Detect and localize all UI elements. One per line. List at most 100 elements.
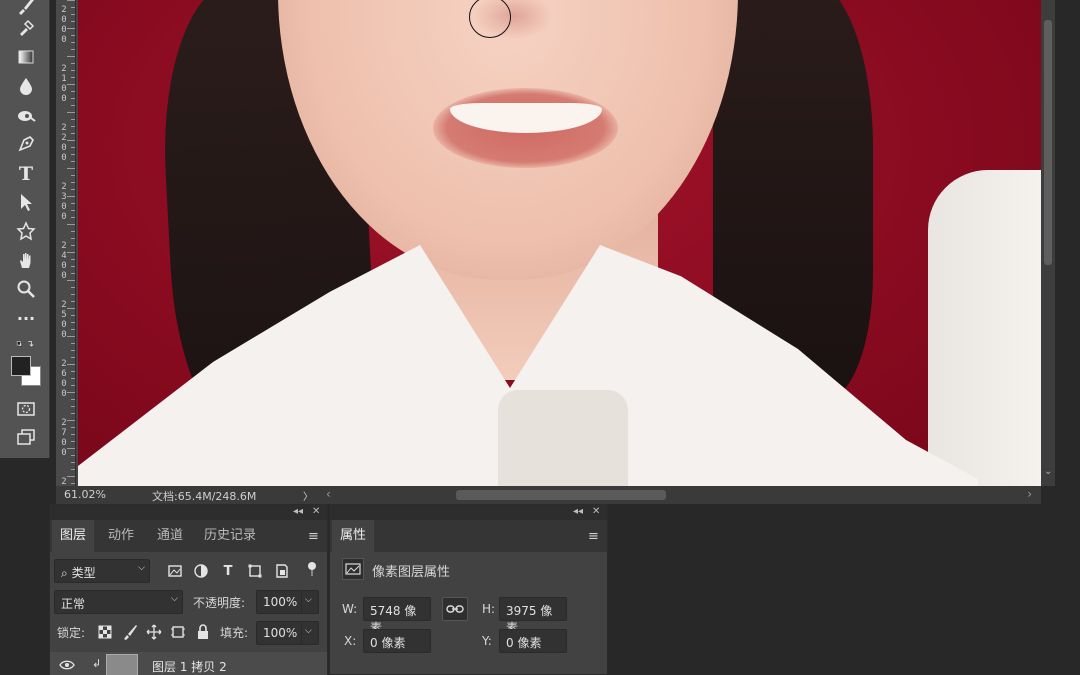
filter-kind-select[interactable]: ⌕ 类型 ⌵	[54, 559, 150, 583]
lock-label: 锁定:	[57, 626, 86, 640]
type-icon[interactable]: T	[12, 162, 40, 186]
ruler-tick	[71, 259, 75, 260]
opacity-dropdown-icon[interactable]: ⌵	[301, 590, 319, 614]
blur-drop-icon[interactable]	[12, 74, 40, 98]
visibility-eye-icon[interactable]	[57, 655, 77, 675]
y-label: Y:	[482, 634, 492, 648]
ruler-tick	[71, 14, 75, 15]
hand-icon[interactable]	[12, 248, 40, 272]
ruler-tick	[71, 70, 75, 71]
pen-icon[interactable]	[12, 132, 40, 156]
collapse-panel-icon[interactable]: ◂◂	[293, 506, 303, 517]
swap-colors-icon[interactable]	[8, 333, 44, 357]
fill-input[interactable]: 100%	[256, 621, 303, 645]
ruler-tick	[71, 287, 75, 288]
foreground-color-swatch[interactable]	[11, 356, 31, 376]
close-panel-icon[interactable]: ✕	[312, 506, 320, 517]
lock-artboard-icon[interactable]	[168, 622, 188, 642]
ruler-tick	[71, 154, 75, 155]
fill-dropdown-icon[interactable]: ⌵	[301, 621, 319, 645]
document-size: 文档:65.4M/248.6M	[152, 490, 257, 503]
height-label: H:	[482, 602, 496, 616]
ruler-tick	[71, 182, 75, 183]
path-selection-icon[interactable]	[12, 190, 40, 214]
ruler-label: 2 7 0 0	[61, 418, 67, 458]
ruler-label: 2 4 0 0	[61, 241, 67, 281]
ruler-label: 2 2 0 0	[61, 123, 67, 163]
ruler-tick	[71, 399, 75, 400]
lock-image-pixels-icon[interactable]	[120, 622, 140, 642]
vertical-scroll-thumb[interactable]	[1044, 20, 1052, 265]
lock-position-icon[interactable]	[144, 622, 164, 642]
blend-mode-select[interactable]: 正常 ⌵	[54, 590, 183, 614]
ruler-tick	[67, 280, 75, 281]
dodge-icon[interactable]	[12, 104, 40, 128]
ruler-tick	[71, 427, 75, 428]
screen-mode-icon[interactable]	[12, 425, 40, 449]
horizontal-scroll-thumb[interactable]	[456, 490, 666, 500]
more-tools-icon[interactable]: ···	[12, 306, 40, 330]
link-dimensions-icon[interactable]	[442, 597, 468, 621]
tab-channels[interactable]: 通道	[149, 520, 191, 552]
pixel-filter-icon[interactable]	[165, 561, 185, 581]
custom-shape-icon[interactable]	[12, 219, 40, 243]
ruler-tick	[67, 224, 75, 225]
ruler-tick	[71, 462, 75, 463]
ruler-tick	[67, 252, 75, 253]
width-input[interactable]: 5748 像素	[363, 597, 431, 635]
type-filter-icon[interactable]: T	[218, 561, 238, 581]
ruler-tick	[71, 161, 75, 162]
opacity-input[interactable]: 100%	[256, 590, 303, 614]
lock-transparent-pixels-icon[interactable]	[95, 622, 115, 642]
ruler-tick	[71, 483, 75, 484]
fill-label: 填充:	[220, 626, 249, 640]
shape-filter-icon[interactable]	[245, 561, 265, 581]
zoom-level[interactable]: 61.02%	[64, 488, 106, 501]
ruler-tick	[71, 441, 75, 442]
tab-layers[interactable]: 图层	[52, 520, 95, 552]
layer-row[interactable]: ↲ 图层 1 拷贝 2	[50, 652, 327, 675]
ruler-label: 2 5 0 0	[61, 300, 67, 340]
ruler-tick	[67, 28, 75, 29]
layer-name[interactable]: 图层 1 拷贝 2	[152, 658, 227, 675]
close-panel-icon[interactable]: ✕	[592, 506, 600, 517]
quick-mask-icon[interactable]	[12, 397, 40, 421]
image-canvas[interactable]	[78, 0, 1041, 486]
layers-panel-tabs: 图层 动作 通道 历史记录 ≡	[50, 520, 327, 552]
smart-object-filter-icon[interactable]	[272, 561, 292, 581]
panel-menu-icon[interactable]: ≡	[308, 529, 319, 544]
vertical-scrollbar[interactable]: ⌄	[1041, 0, 1055, 486]
lock-all-icon[interactable]	[193, 622, 213, 642]
adjustment-filter-icon[interactable]	[191, 561, 211, 581]
tab-history[interactable]: 历史记录	[196, 520, 264, 552]
scroll-left-icon[interactable]: ‹	[326, 487, 331, 501]
ruler-tick	[71, 77, 75, 78]
scroll-down-icon[interactable]: ⌄	[1044, 466, 1052, 477]
zoom-icon[interactable]	[12, 277, 40, 301]
layer-thumbnail	[106, 654, 138, 675]
tab-properties[interactable]: 属性	[332, 520, 375, 552]
ruler-tick	[71, 203, 75, 204]
ruler-tick	[67, 0, 75, 1]
collapse-panel-icon[interactable]: ◂◂	[573, 506, 583, 517]
chevron-down-icon: ⌵	[171, 594, 178, 604]
ruler-tick	[67, 196, 75, 197]
status-menu-icon[interactable]: 〉	[303, 488, 313, 503]
filter-toggle-icon[interactable]	[302, 559, 322, 579]
ruler-tick	[67, 308, 75, 309]
height-input[interactable]: 3975 像素	[499, 597, 567, 635]
horizontal-scrollbar[interactable]: ‹ ›	[326, 487, 1036, 502]
scroll-right-icon[interactable]: ›	[1027, 487, 1032, 501]
properties-section-title: 像素图层属性	[372, 565, 451, 580]
ruler-tick	[71, 322, 75, 323]
tab-actions[interactable]: 动作	[100, 520, 142, 552]
x-input[interactable]: 0 像素	[363, 629, 431, 653]
panel-menu-icon[interactable]: ≡	[588, 529, 599, 544]
clipping-mask-icon: ↲	[92, 657, 102, 670]
y-input[interactable]: 0 像素	[499, 629, 567, 653]
color-swatches[interactable]	[11, 356, 43, 388]
gradient-icon[interactable]	[12, 45, 40, 69]
ruler-tick	[71, 329, 75, 330]
healing-brush-icon[interactable]	[12, 16, 40, 40]
ruler-tick	[71, 378, 75, 379]
